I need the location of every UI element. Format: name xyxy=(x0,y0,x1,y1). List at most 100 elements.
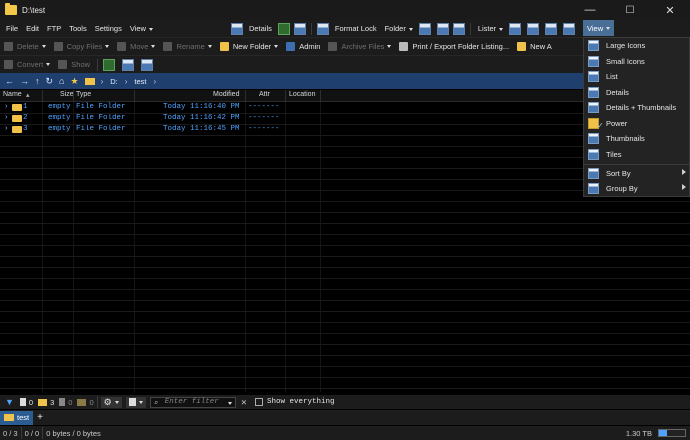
menu-item-tiles[interactable]: Tiles xyxy=(584,147,689,162)
column-name[interactable]: Name xyxy=(3,91,22,98)
menu-file[interactable]: File xyxy=(2,24,22,33)
show-everything-checkbox[interactable] xyxy=(254,398,263,406)
folder-icon xyxy=(12,104,22,111)
rename-label: Rename xyxy=(176,42,205,51)
expand-chevron-icon[interactable]: › xyxy=(4,114,9,122)
file-count: 0 xyxy=(28,397,34,407)
menu-view[interactable]: View xyxy=(126,24,157,33)
file-icon xyxy=(19,398,26,406)
column-divider[interactable] xyxy=(245,90,246,102)
filter-settings-button[interactable]: ⚙ xyxy=(100,396,122,408)
column-modified[interactable]: Modified xyxy=(213,91,239,98)
column-type[interactable]: Type xyxy=(76,91,91,98)
archive-files-button[interactable]: Archive Files xyxy=(324,39,395,55)
refresh-icon[interactable]: ↻ xyxy=(46,76,54,87)
gear-icon: ⚙ xyxy=(103,396,112,407)
column-divider[interactable] xyxy=(134,90,135,102)
column-divider[interactable] xyxy=(285,90,286,102)
close-button[interactable]: ✕ xyxy=(650,0,690,20)
menu-ftp[interactable]: FTP xyxy=(43,24,65,33)
chevron-down-icon xyxy=(114,400,119,404)
expand-chevron-icon[interactable]: › xyxy=(4,125,9,133)
forward-icon[interactable]: → xyxy=(20,76,29,86)
lister-layout-icon[interactable] xyxy=(545,22,558,35)
new-folder-label: New Folder xyxy=(232,42,272,51)
folder-menu[interactable]: Folder xyxy=(381,24,417,33)
thumbnails-view-icon[interactable] xyxy=(293,22,306,35)
dual-pane-icon[interactable] xyxy=(103,58,116,71)
single-pane-icon[interactable] xyxy=(122,58,135,71)
menu-item-details-thumbnails[interactable]: Details + Thumbnails xyxy=(584,100,689,115)
convert-button[interactable]: Convert xyxy=(0,57,54,73)
new-button[interactable]: New A xyxy=(513,39,556,55)
file-attr: ------- xyxy=(248,125,280,133)
tab-test[interactable]: test xyxy=(0,410,34,425)
tree-pane-icon[interactable] xyxy=(141,58,154,71)
list-icon xyxy=(588,71,599,82)
column-location[interactable]: Location xyxy=(289,91,315,98)
breadcrumb-folder[interactable]: test xyxy=(134,77,146,86)
file-row[interactable]: › 2 empty File Folder Today 11:16:42 PM … xyxy=(0,113,290,124)
column-size[interactable]: Size xyxy=(60,91,74,98)
convert-label: Convert xyxy=(17,60,44,69)
menu-item-group-by[interactable]: Group By xyxy=(584,181,689,196)
menu-item-power[interactable]: ✓ Power xyxy=(584,116,689,131)
view-menu-button[interactable]: View xyxy=(583,20,614,36)
back-icon[interactable]: ← xyxy=(5,76,14,86)
menu-edit[interactable]: Edit xyxy=(22,24,43,33)
column-attr[interactable]: Attr xyxy=(259,91,270,98)
layout-icon[interactable] xyxy=(418,22,431,35)
minimize-button[interactable]: — xyxy=(570,0,610,20)
menu-item-list[interactable]: List xyxy=(584,69,689,84)
lister-layout-icon[interactable] xyxy=(563,22,576,35)
home-icon[interactable]: ⌂ xyxy=(59,76,64,86)
lister-layout-icon[interactable] xyxy=(509,22,522,35)
column-divider[interactable] xyxy=(42,90,43,102)
menu-settings[interactable]: Settings xyxy=(91,24,126,33)
clear-filter-icon[interactable]: ✕ xyxy=(241,398,247,407)
menu-item-large-icons[interactable]: Large Icons xyxy=(584,38,689,53)
move-button[interactable]: Move xyxy=(113,39,159,55)
expand-chevron-icon[interactable]: › xyxy=(4,103,9,111)
filter-file-icon xyxy=(128,398,136,406)
layout-icon[interactable] xyxy=(436,22,449,35)
menu-item-sort-by[interactable]: Sort By xyxy=(584,166,689,181)
copy-files-button[interactable]: Copy Files xyxy=(50,39,113,55)
admin-button[interactable]: Admin xyxy=(282,39,324,55)
menu-tools[interactable]: Tools xyxy=(65,24,91,33)
details-button[interactable]: Details xyxy=(245,24,276,33)
filter-icon[interactable]: ▼ xyxy=(5,397,14,407)
column-divider[interactable] xyxy=(320,90,321,102)
print-export-button[interactable]: Print / Export Folder Listing... xyxy=(395,39,513,55)
file-size: empty xyxy=(48,114,71,122)
rename-button[interactable]: Rename xyxy=(159,39,215,55)
delete-button[interactable]: Delete xyxy=(0,39,50,55)
filter-input[interactable]: ⌕ Enter filter xyxy=(149,396,236,408)
maximize-button[interactable]: ☐ xyxy=(610,0,650,20)
power-view-icon[interactable] xyxy=(277,22,290,35)
hidden-folder-count: 0 xyxy=(89,397,94,407)
menu-item-small-icons[interactable]: Small Icons xyxy=(584,54,689,69)
format-lock-button[interactable]: Format Lock xyxy=(331,24,381,33)
chevron-down-icon xyxy=(138,400,143,404)
filter-type-button[interactable] xyxy=(125,396,146,408)
format-lock-icon[interactable] xyxy=(316,22,329,35)
file-row[interactable]: › 1 empty File Folder Today 11:16:40 PM … xyxy=(0,102,290,113)
divider xyxy=(96,396,98,408)
new-tab-button[interactable]: + xyxy=(37,412,43,423)
menu-item-details[interactable]: Details xyxy=(584,85,689,100)
column-divider[interactable] xyxy=(73,90,74,102)
new-folder-button[interactable]: New Folder xyxy=(216,39,282,55)
star-icon[interactable]: ★ xyxy=(70,76,78,87)
file-row[interactable]: › 3 empty File Folder Today 11:16:45 PM … xyxy=(0,124,290,135)
breadcrumb-drive[interactable]: D: xyxy=(110,77,118,86)
lister-menu[interactable]: Lister xyxy=(474,24,507,33)
up-icon[interactable]: ↑ xyxy=(35,76,40,86)
lister-layout-icon[interactable] xyxy=(527,22,540,35)
show-button[interactable]: Show xyxy=(54,57,94,73)
menu-item-thumbnails[interactable]: Thumbnails xyxy=(584,131,689,146)
chevron-right-icon xyxy=(682,169,686,175)
menu-view-label: View xyxy=(129,24,146,33)
layout-icon[interactable] xyxy=(452,22,465,35)
details-view-icon[interactable] xyxy=(230,22,243,35)
